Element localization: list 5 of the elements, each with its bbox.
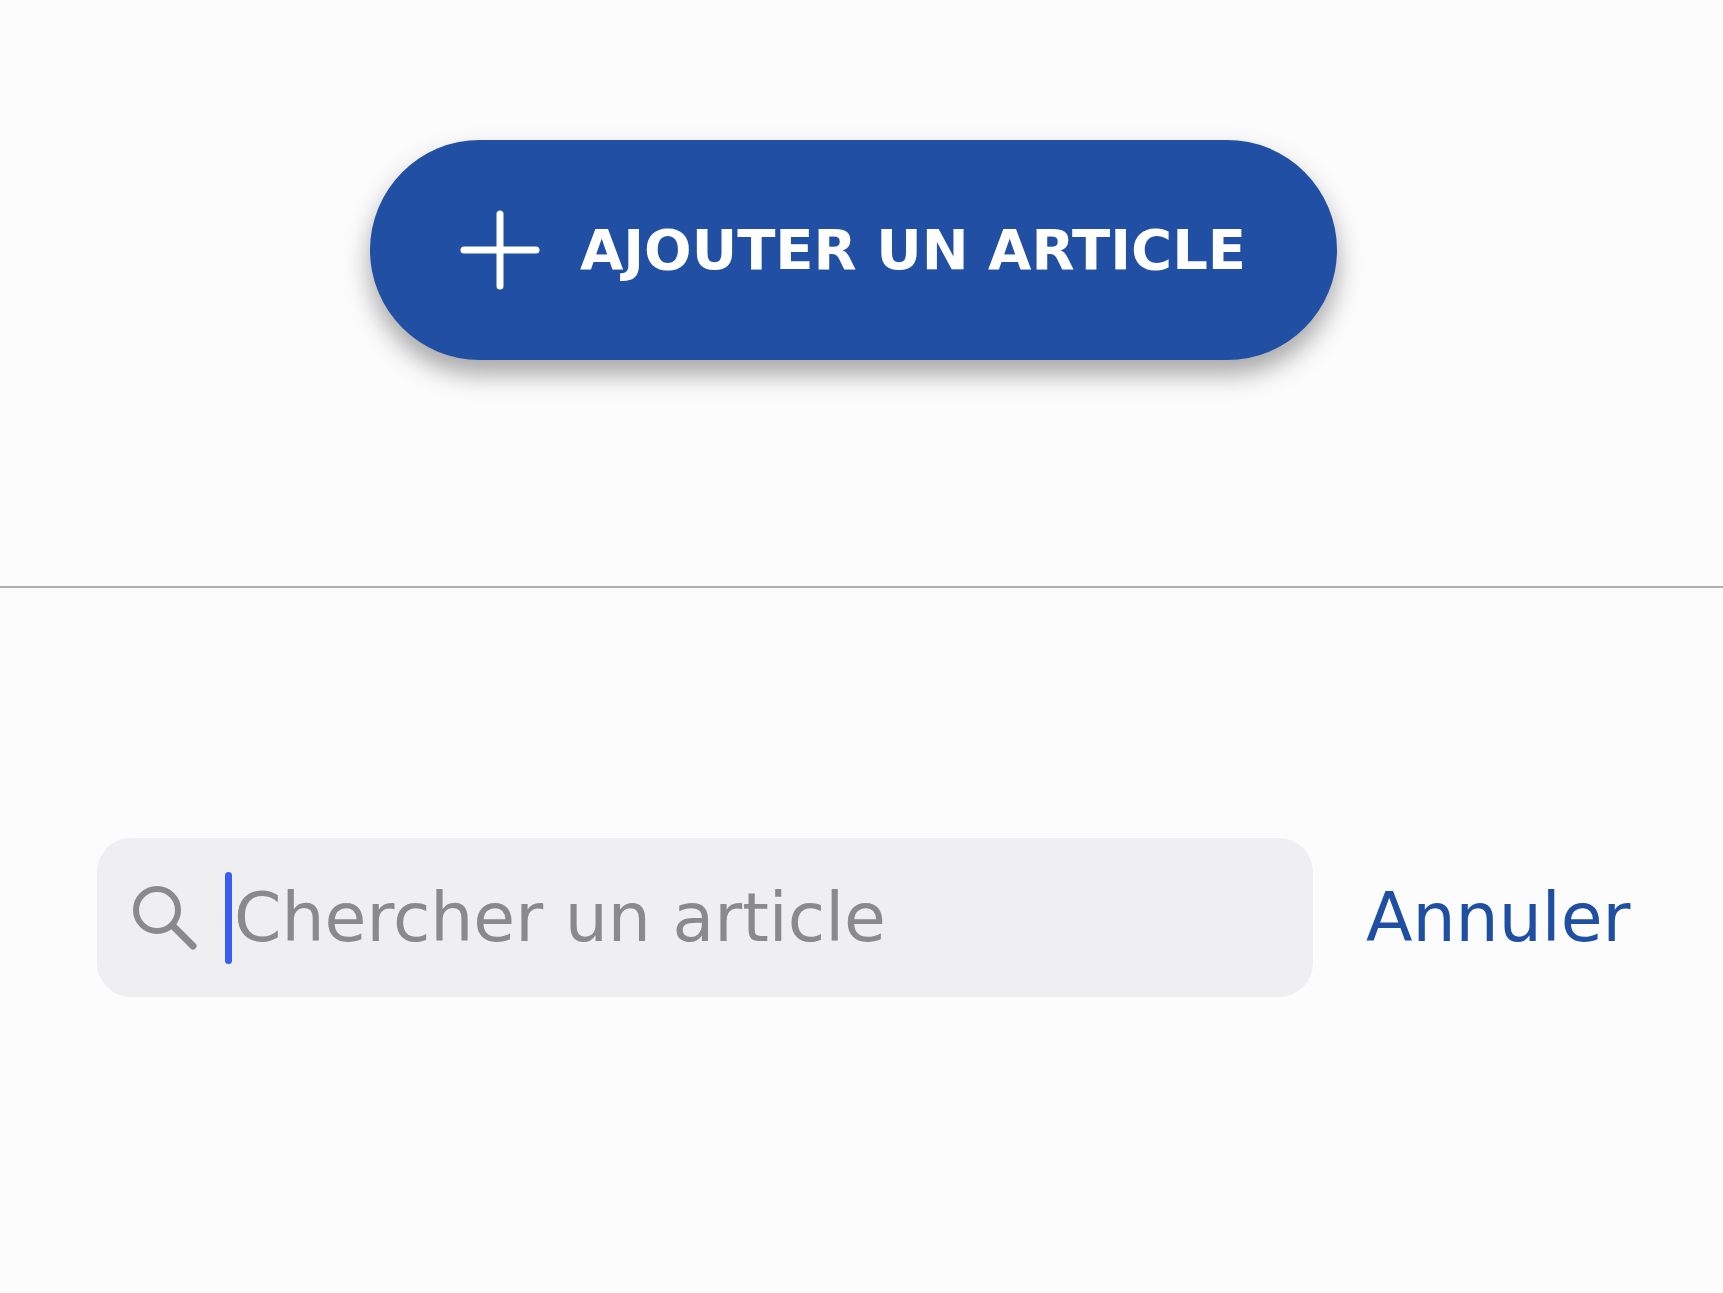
search-icon [130,883,198,951]
add-article-button[interactable]: AJOUTER UN ARTICLE [369,140,1337,360]
plus-icon [459,210,540,290]
search-field[interactable]: Chercher un article [97,838,1313,997]
cancel-link[interactable]: Annuler [1366,866,1631,969]
